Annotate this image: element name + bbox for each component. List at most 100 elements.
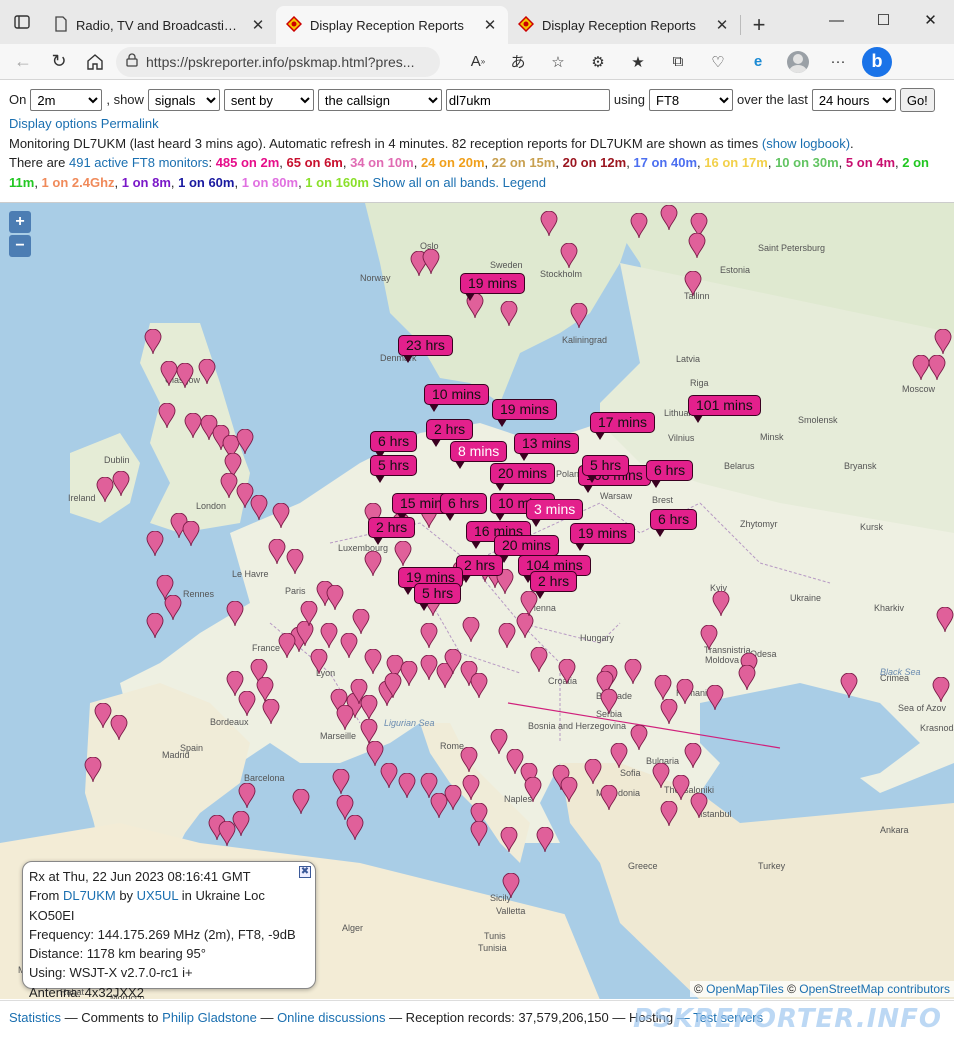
- refresh-icon[interactable]: ↻: [44, 47, 74, 77]
- zoom-out-button[interactable]: −: [9, 235, 31, 257]
- receiver-pin-icon[interactable]: [928, 355, 946, 381]
- spot-time-label[interactable]: 5 hrs: [414, 583, 462, 611]
- receiver-pin-icon[interactable]: [654, 675, 672, 701]
- translate-icon[interactable]: あ: [502, 47, 534, 77]
- receiver-pin-icon[interactable]: [164, 595, 182, 621]
- legend-link[interactable]: Legend: [503, 175, 546, 190]
- spot-time-label[interactable]: 10 mins: [424, 384, 490, 412]
- band-select[interactable]: 2m: [30, 89, 103, 111]
- receiver-pin-icon[interactable]: [660, 801, 678, 827]
- receiver-pin-icon[interactable]: [738, 665, 756, 691]
- receiver-pin-icon[interactable]: [500, 301, 518, 327]
- new-tab-icon[interactable]: +: [741, 6, 777, 44]
- spot-time-label[interactable]: 5 hrs: [582, 455, 630, 483]
- receiver-pin-icon[interactable]: [462, 775, 480, 801]
- spot-time-label[interactable]: 13 mins: [514, 433, 580, 461]
- extensions-icon[interactable]: ⚙: [582, 47, 614, 77]
- mode-select[interactable]: FT8: [649, 89, 733, 111]
- author-link[interactable]: Philip Gladstone: [162, 1010, 257, 1025]
- spot-time-label[interactable]: 5 hrs: [370, 455, 418, 483]
- receiver-pin-icon[interactable]: [688, 233, 706, 259]
- receiver-pin-icon[interactable]: [320, 623, 338, 649]
- band-count[interactable]: 65 on 6m: [287, 155, 343, 170]
- receiver-pin-icon[interactable]: [700, 625, 718, 651]
- receiver-pin-icon[interactable]: [112, 471, 130, 497]
- receiver-pin-icon[interactable]: [684, 743, 702, 769]
- band-count[interactable]: 485 on 2m: [216, 155, 280, 170]
- close-popup-icon[interactable]: ✖: [299, 866, 311, 878]
- receiver-pin-icon[interactable]: [236, 429, 254, 455]
- receiver-pin-icon[interactable]: [218, 821, 236, 847]
- receiver-pin-icon[interactable]: [364, 649, 382, 675]
- receiver-pin-icon[interactable]: [398, 773, 416, 799]
- spot-time-label[interactable]: 6 hrs: [650, 509, 698, 537]
- receiver-pin-icon[interactable]: [422, 249, 440, 275]
- receiver-pin-icon[interactable]: [630, 213, 648, 239]
- openstreetmap-link[interactable]: OpenStreetMap contributors: [799, 982, 950, 996]
- spot-time-label[interactable]: 2 hrs: [426, 419, 474, 447]
- receiver-pin-icon[interactable]: [630, 725, 648, 751]
- callsign-input[interactable]: [445, 89, 610, 111]
- receiver-pin-icon[interactable]: [278, 633, 296, 659]
- performance-icon[interactable]: ♡: [702, 47, 734, 77]
- spot-time-label[interactable]: 6 hrs: [440, 493, 488, 521]
- spot-time-label[interactable]: 20 mins: [490, 463, 556, 491]
- band-count[interactable]: 1 on 60m: [178, 175, 234, 190]
- receiver-pin-icon[interactable]: [332, 769, 350, 795]
- active-monitors-link[interactable]: 491 active FT8 monitors: [69, 155, 208, 170]
- receiver-pin-icon[interactable]: [672, 775, 690, 801]
- receiver-pin-icon[interactable]: [336, 705, 354, 731]
- receiver-pin-icon[interactable]: [444, 785, 462, 811]
- receiver-pin-icon[interactable]: [840, 673, 858, 699]
- receiver-pin-icon[interactable]: [706, 685, 724, 711]
- receiver-pin-icon[interactable]: [340, 633, 358, 659]
- receiver-pin-icon[interactable]: [524, 777, 542, 803]
- receiver-pin-icon[interactable]: [558, 659, 576, 685]
- receiver-pin-icon[interactable]: [584, 759, 602, 785]
- close-window-icon[interactable]: ✕: [907, 0, 954, 40]
- receiver-pin-icon[interactable]: [394, 541, 412, 567]
- receiver-pin-icon[interactable]: [238, 691, 256, 717]
- receiver-pin-icon[interactable]: [364, 551, 382, 577]
- receiver-pin-icon[interactable]: [498, 623, 516, 649]
- receiver-pin-icon[interactable]: [624, 659, 642, 685]
- receiver-pin-icon[interactable]: [350, 679, 368, 705]
- receiver-pin-icon[interactable]: [676, 679, 694, 705]
- show-all-link[interactable]: Show all on all bands.: [373, 175, 499, 190]
- close-tab-icon[interactable]: ✕: [250, 16, 266, 34]
- target-select[interactable]: the callsign: [317, 89, 442, 111]
- band-count[interactable]: 1 on 2.4Ghz: [42, 175, 115, 190]
- by-callsign-link[interactable]: UX5UL: [137, 888, 178, 903]
- receiver-pin-icon[interactable]: [934, 329, 952, 355]
- back-icon[interactable]: ←: [8, 47, 38, 77]
- receiver-pin-icon[interactable]: [326, 585, 344, 611]
- band-count[interactable]: 17 on 40m: [633, 155, 697, 170]
- spot-time-label[interactable]: 101 mins: [688, 395, 761, 423]
- receiver-pin-icon[interactable]: [110, 715, 128, 741]
- receiver-pin-icon[interactable]: [690, 793, 708, 819]
- band-count[interactable]: 1 on 80m: [242, 175, 298, 190]
- receiver-pin-icon[interactable]: [272, 503, 290, 529]
- receiver-pin-icon[interactable]: [158, 403, 176, 429]
- favorites-icon[interactable]: ★: [622, 47, 654, 77]
- receiver-pin-icon[interactable]: [444, 649, 462, 675]
- receiver-pin-icon[interactable]: [262, 699, 280, 725]
- receiver-pin-icon[interactable]: [462, 617, 480, 643]
- receiver-pin-icon[interactable]: [502, 873, 520, 899]
- band-count[interactable]: 10 on 30m: [775, 155, 839, 170]
- receiver-pin-icon[interactable]: [346, 815, 364, 841]
- band-count[interactable]: 20 on 12m: [563, 155, 627, 170]
- receiver-pin-icon[interactable]: [352, 609, 370, 635]
- spot-time-label[interactable]: 17 mins: [590, 412, 656, 440]
- receiver-pin-icon[interactable]: [536, 827, 554, 853]
- spot-time-label[interactable]: 23 hrs: [398, 335, 453, 363]
- receiver-pin-icon[interactable]: [182, 521, 200, 547]
- receiver-pin-icon[interactable]: [712, 591, 730, 617]
- band-count[interactable]: 1 on 8m: [122, 175, 171, 190]
- receiver-pin-icon[interactable]: [250, 495, 268, 521]
- spot-time-label[interactable]: 3 mins: [526, 499, 584, 527]
- receiver-pin-icon[interactable]: [936, 607, 954, 633]
- receiver-pin-icon[interactable]: [560, 777, 578, 803]
- display-options-link[interactable]: Display options: [9, 116, 97, 131]
- receiver-pin-icon[interactable]: [460, 747, 478, 773]
